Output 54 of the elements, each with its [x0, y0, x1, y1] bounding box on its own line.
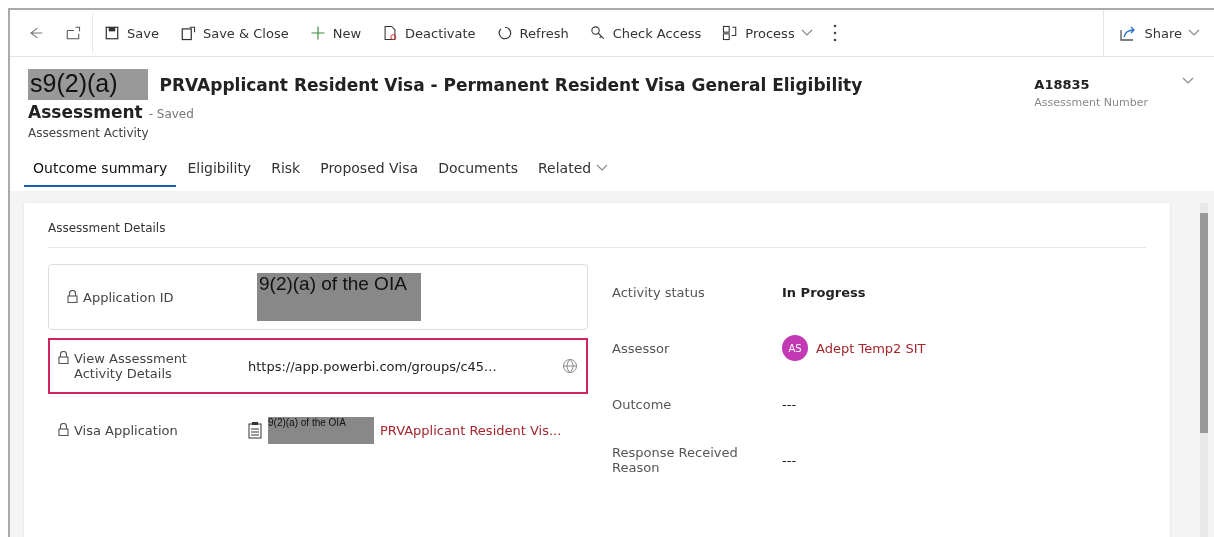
tab[interactable]: Outcome summary	[24, 154, 177, 187]
toolbar-button[interactable]: Deactivate	[371, 13, 486, 53]
expand-chevron-icon	[1182, 77, 1194, 85]
globe-icon[interactable]	[562, 358, 578, 374]
record-title: Assessment	[28, 102, 143, 122]
redaction-block: 9(2)(a) of the OIA	[268, 416, 374, 444]
lock-icon	[67, 289, 78, 303]
save-icon	[103, 24, 121, 42]
lock-icon	[58, 351, 69, 364]
tab[interactable]: Proposed Visa	[311, 154, 428, 187]
field-label: Assessment Number	[1034, 96, 1148, 109]
field-label: Response Received Reason	[612, 445, 739, 475]
toolbar-button[interactable]: Refresh	[485, 13, 579, 53]
lock-icon	[58, 422, 69, 436]
tab[interactable]: Risk	[262, 154, 310, 187]
field-label: View Assessment Activity Details	[74, 351, 188, 381]
key-icon	[588, 24, 607, 42]
toolbar-button[interactable]: Save	[93, 13, 169, 53]
chevron-down-icon	[1188, 29, 1200, 37]
field-label: Application ID	[83, 289, 175, 305]
entity-name: Assessment Activity	[28, 126, 150, 140]
scrollbar[interactable]	[1200, 203, 1208, 537]
assessment-number: A18835	[1034, 77, 1091, 92]
redaction-block: 9(2)(a) of the OIA	[257, 273, 421, 321]
field-value: ---	[782, 452, 797, 468]
document-icon	[381, 24, 399, 42]
share-button[interactable]: Share	[1103, 10, 1214, 56]
chevron-down-icon	[596, 164, 609, 172]
redaction-block: s9(2)(a)	[28, 69, 148, 100]
tab[interactable]: Eligibility	[178, 154, 261, 187]
assessor-link[interactable]: Adept Temp2 SIT	[816, 340, 926, 356]
toolbar-button[interactable]: Process	[711, 13, 823, 53]
chevron-down-icon	[800, 29, 813, 37]
avatar: AS	[782, 335, 808, 361]
section-title: Assessment Details	[48, 221, 1146, 248]
save-status: - Saved	[148, 107, 194, 121]
field-label: Outcome	[612, 396, 673, 412]
field-value: ---	[782, 396, 797, 412]
field-value: In Progress	[782, 284, 866, 300]
clipboard-icon	[248, 421, 262, 439]
popout-icon	[64, 24, 82, 42]
more-icon	[832, 24, 837, 42]
tab[interactable]: Related	[528, 154, 618, 187]
field-label: Assessor	[612, 340, 671, 356]
toolbar-button[interactable]: Save & Close	[168, 13, 299, 53]
tab[interactable]: Documents	[429, 154, 527, 187]
field-label: Activity status	[612, 284, 706, 300]
toolbar-button[interactable]: Check Access	[578, 13, 712, 53]
toolbar-button[interactable]: New	[298, 13, 371, 53]
lookup-link[interactable]: PRVApplicant Resident Vis...	[380, 422, 562, 438]
field-label: Visa Application	[74, 422, 179, 438]
plus-icon	[308, 24, 327, 42]
url-link[interactable]: https://app.powerbi.com/groups/c45...	[248, 358, 556, 374]
record-title: PRVApplicant Resident Visa - Permanent Resident Visa General Eligibility	[159, 74, 863, 95]
